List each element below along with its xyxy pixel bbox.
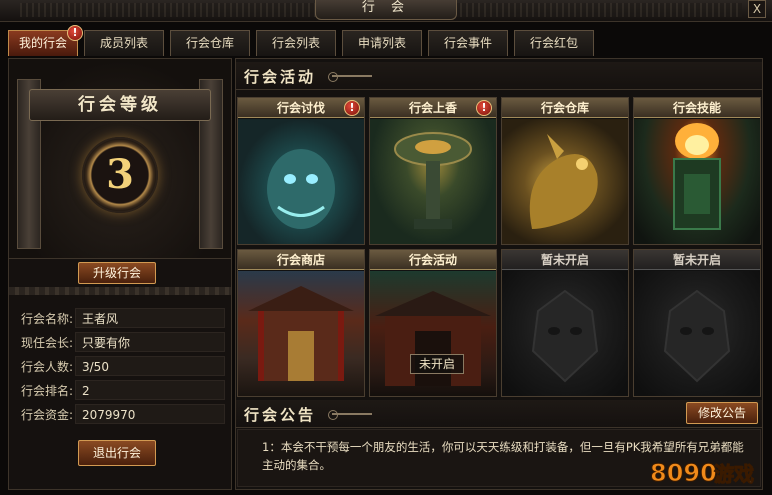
ornament-divider — [9, 287, 231, 295]
title-ornament-right — [442, 3, 742, 17]
info-row-funds: 行会资金: 2079970 — [15, 402, 225, 426]
alert-icon: ! — [476, 100, 492, 116]
flourish-ornament — [328, 72, 372, 82]
guild-level-emblem: 3 — [82, 137, 158, 213]
info-key: 行会资金: — [20, 407, 73, 422]
info-row-leader: 现任会长: 只要有你 — [15, 330, 225, 354]
upgrade-guild-button[interactable]: 升级行会 — [78, 262, 156, 284]
close-button[interactable]: X — [748, 0, 766, 18]
window-title-bar: 行 会 X — [0, 0, 772, 22]
tab-guild-red-packet[interactable]: 行会红包 — [514, 30, 594, 56]
tab-guild-list[interactable]: 行会列表 — [256, 30, 336, 56]
tab-members[interactable]: 成员列表 — [84, 30, 164, 56]
card-title: 行会活动 — [370, 250, 496, 270]
locked-demon-emblem-image — [502, 271, 628, 396]
svg-text:游戏: 游戏 — [714, 462, 754, 486]
info-value: 王者风 — [75, 308, 225, 328]
guild-level-badge: 行会等级 3 — [9, 59, 231, 259]
not-open-button[interactable]: 未开启 — [410, 354, 464, 374]
tab-applications[interactable]: 申请列表 — [342, 30, 422, 56]
tab-guild-events[interactable]: 行会事件 — [428, 30, 508, 56]
info-row-rank: 行会排名: 2 — [15, 378, 225, 402]
guild-level-number: 3 — [106, 151, 134, 198]
guild-activities-panel: 行会活动 行会讨伐 ! 行会上香 ! 行会仓库 行会技能 行会商店 行会活动 未… — [235, 58, 763, 490]
info-key: 行会排名: — [20, 383, 73, 398]
guild-info-panel: 行会等级 3 升级行会 行会名称: 王者风 现任会长: 只要有你 行会人数: 3… — [8, 58, 232, 490]
activities-heading: 行会活动 — [244, 68, 317, 86]
incense-altar-image — [370, 119, 496, 244]
activity-card-locked: 暂未开启 — [501, 249, 629, 397]
alert-icon: ! — [344, 100, 360, 116]
guild-level-banner: 行会等级 — [29, 89, 211, 121]
card-title: 行会技能 — [634, 98, 760, 118]
guild-shop-image — [238, 271, 364, 396]
activity-card-skills[interactable]: 行会技能 — [633, 97, 761, 245]
info-value: 2 — [75, 380, 225, 400]
tab-label: 我的行会 — [18, 36, 67, 50]
title-ornament-left — [20, 3, 320, 17]
window-title: 行 会 — [315, 0, 457, 20]
notice-header: 行会公告 — [236, 400, 762, 428]
card-title: 行会仓库 — [502, 98, 628, 118]
activity-card-warehouse[interactable]: 行会仓库 — [501, 97, 629, 245]
tab-bar: 我的行会 ! 成员列表 行会仓库 行会列表 申请列表 行会事件 行会红包 — [8, 25, 594, 56]
activity-card-events[interactable]: 行会活动 未开启 — [369, 249, 497, 397]
activities-header: 行会活动 — [236, 62, 762, 90]
locked-demon-emblem-image — [634, 271, 760, 396]
svg-text:8090: 8090 — [650, 459, 717, 487]
info-row-members: 行会人数: 3/50 — [15, 354, 225, 378]
info-value: 3/50 — [75, 356, 225, 376]
quit-guild-button[interactable]: 退出行会 — [78, 440, 156, 466]
tab-guild-warehouse[interactable]: 行会仓库 — [170, 30, 250, 56]
activity-card-shop[interactable]: 行会商店 — [237, 249, 365, 397]
edit-notice-button[interactable]: 修改公告 — [686, 402, 758, 424]
golden-dragon-image — [502, 119, 628, 244]
card-title: 暂未开启 — [502, 250, 628, 270]
info-key: 行会人数: — [20, 359, 73, 374]
notice-heading: 行会公告 — [244, 406, 317, 424]
guild-info-list: 行会名称: 王者风 现任会长: 只要有你 行会人数: 3/50 行会排名: 2 … — [15, 306, 225, 426]
activity-card-crusade[interactable]: 行会讨伐 ! — [237, 97, 365, 245]
guild-gate-image — [370, 271, 496, 396]
info-key: 现任会长: — [20, 335, 73, 350]
beast-statue-image — [238, 119, 364, 244]
activity-card-incense[interactable]: 行会上香 ! — [369, 97, 497, 245]
info-key: 行会名称: — [20, 311, 73, 326]
card-title: 暂未开启 — [634, 250, 760, 270]
flame-tower-image — [634, 119, 760, 244]
tab-my-guild[interactable]: 我的行会 ! — [8, 25, 83, 56]
flourish-ornament — [328, 410, 372, 420]
alert-icon: ! — [67, 25, 83, 41]
info-value: 只要有你 — [75, 332, 225, 352]
card-title: 行会商店 — [238, 250, 364, 270]
site-watermark-logo: 8090 游戏 — [648, 455, 766, 489]
info-value: 2079970 — [75, 404, 225, 424]
watermark-logo-image: 8090 游戏 — [650, 459, 755, 488]
activity-card-locked: 暂未开启 — [633, 249, 761, 397]
info-row-name: 行会名称: 王者风 — [15, 306, 225, 330]
